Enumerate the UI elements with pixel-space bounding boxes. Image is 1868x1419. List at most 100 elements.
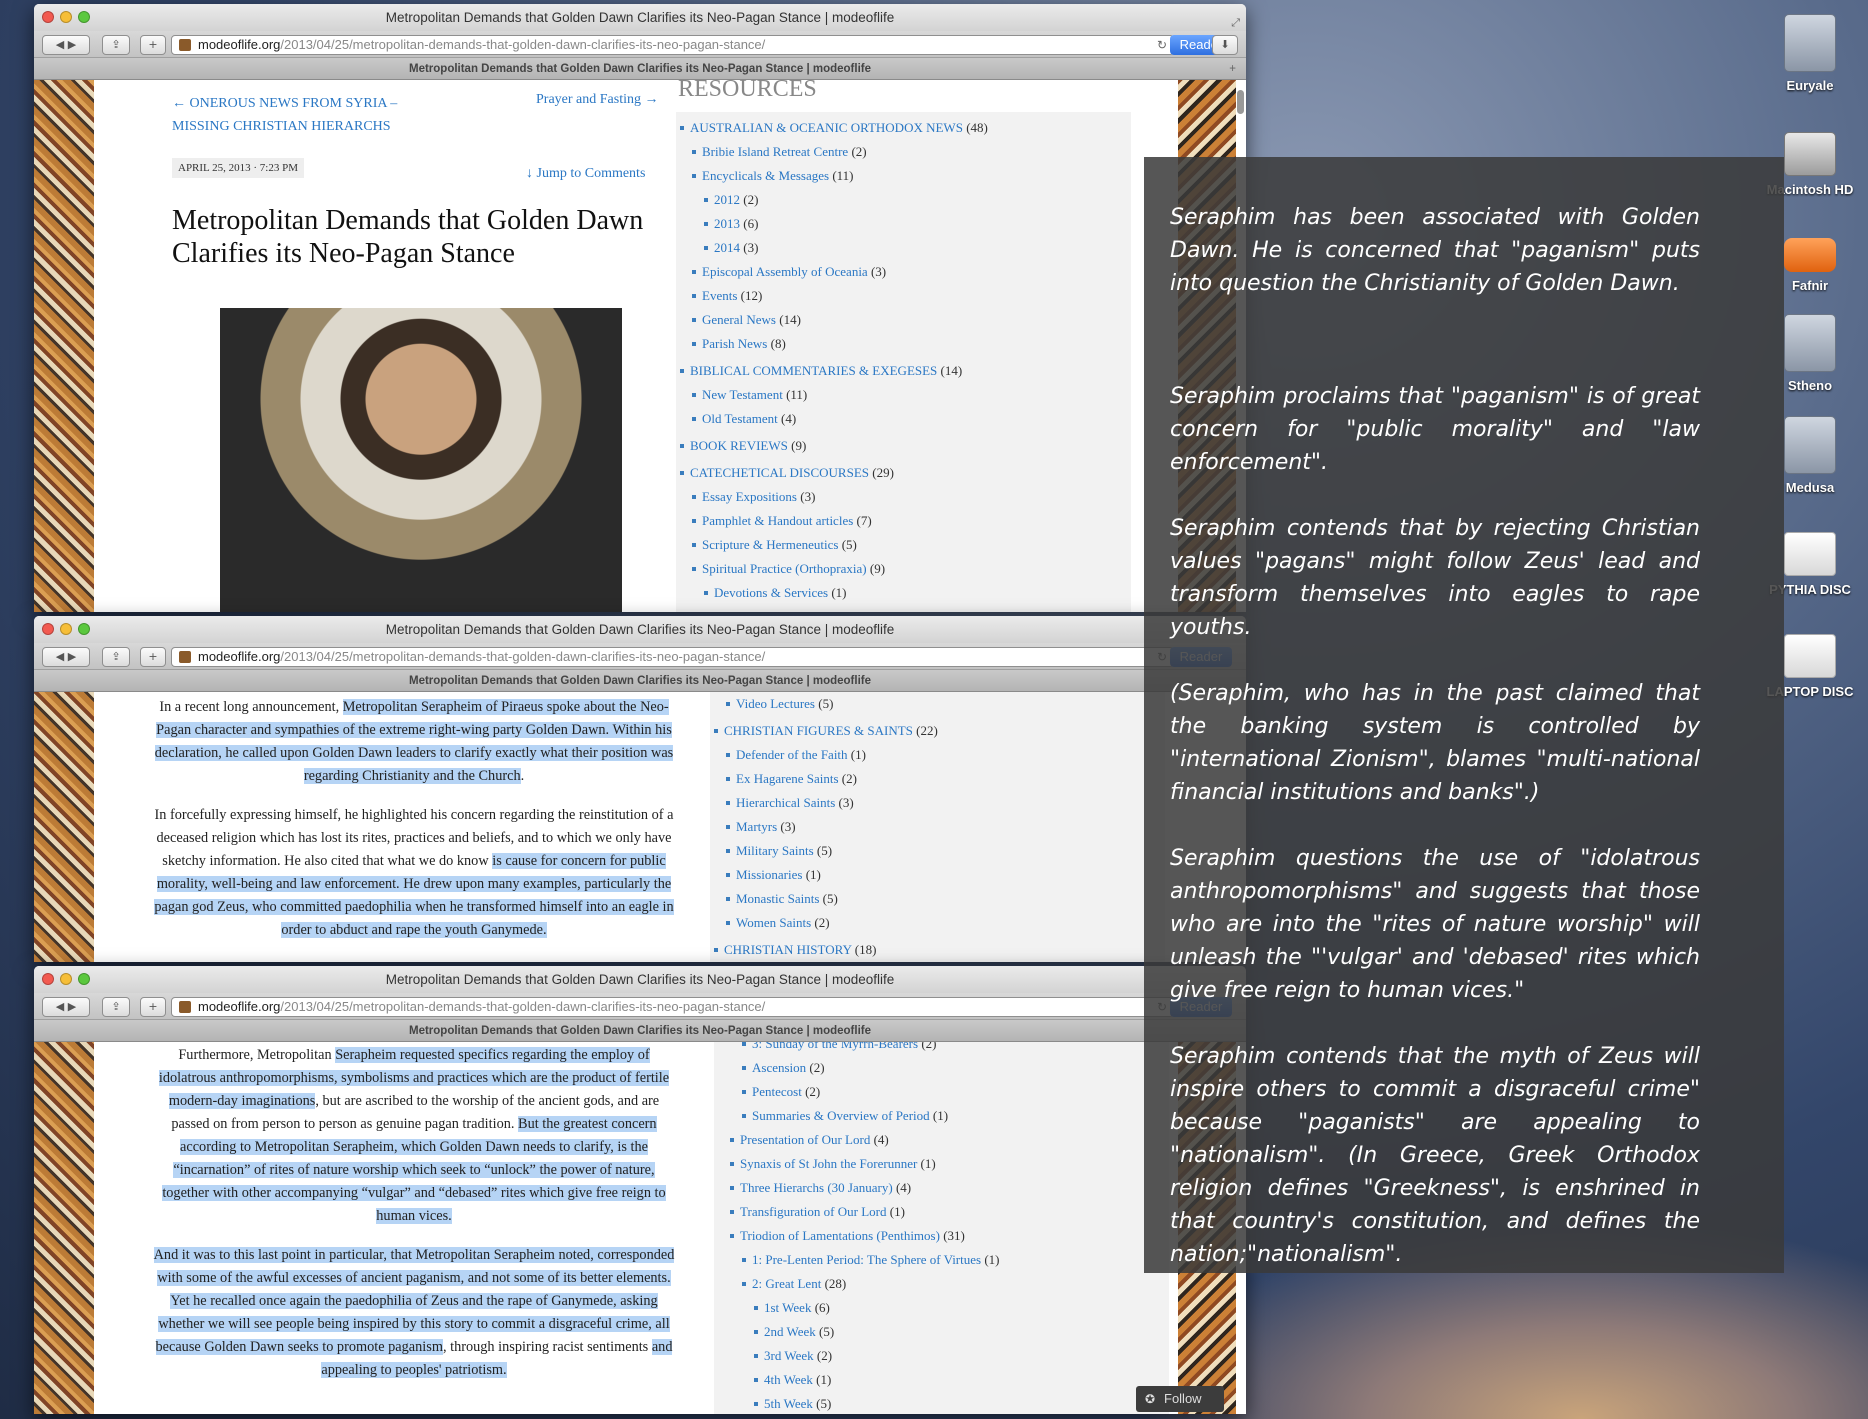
category-item[interactable]: CHRISTIAN FIGURES & SAINTS (22) [714,719,938,743]
category-item[interactable]: Synaxis of St John the Forerunner (1) [730,1152,1000,1176]
category-link[interactable]: 5th Week [764,1396,813,1411]
category-link[interactable]: Pentecost [752,1084,802,1099]
category-link[interactable]: AUSTRALIAN & OCEANIC ORTHODOX NEWS [690,120,963,135]
category-link[interactable]: Episcopal Assembly of Oceania [702,264,868,279]
share-icon[interactable]: ⇪ [102,647,130,667]
category-link[interactable]: Devotions & Services [714,585,828,600]
tab-bar[interactable]: Metropolitan Demands that Golden Dawn Cl… [34,58,1246,80]
zoom-button[interactable] [78,973,90,985]
category-item[interactable]: Bribie Island Retreat Centre (2) [692,140,988,164]
category-item[interactable]: Ascension (2) [742,1056,1000,1080]
category-item[interactable]: BOOK REVIEWS (9) [680,434,988,458]
category-link[interactable]: 2nd Week [764,1324,816,1339]
add-bookmark-icon[interactable]: + [140,647,166,667]
category-link[interactable]: 2: Great Lent [752,1276,821,1291]
category-link[interactable]: 3: Sunday of the Myrrh-Bearers [752,1042,918,1051]
category-link[interactable]: BIBLICAL COMMENTARIES & EXEGESES [690,363,937,378]
reload-icon[interactable]: ↻ [1157,36,1167,54]
category-link[interactable]: CHRISTIAN FIGURES & SAINTS [724,723,913,738]
category-link[interactable]: Spiritual Practice (Orthopraxia) [702,561,867,576]
share-icon[interactable]: ⇪ [102,997,130,1017]
category-item[interactable]: Three Hierarchs (30 January) (4) [730,1176,1000,1200]
category-link[interactable]: 4th Week [764,1372,813,1387]
category-item[interactable]: Ex Hagarene Saints (2) [726,767,938,791]
browser-window-3[interactable]: Metropolitan Demands that Golden Dawn Cl… [34,966,1246,1414]
address-bar[interactable]: modeoflife.org/2013/04/25/metropolitan-d… [171,35,1174,55]
category-item[interactable]: 2: Great Lent (28) [742,1272,1000,1296]
category-link[interactable]: Three Hierarchs (30 January) [740,1180,893,1195]
category-link[interactable]: Defender of the Faith [736,747,848,762]
category-link[interactable]: General News [702,312,776,327]
category-item[interactable]: 2nd Week (5) [754,1320,1000,1344]
zoom-button[interactable] [78,623,90,635]
category-link[interactable]: CHRISTIAN HISTORY [724,942,852,957]
category-item[interactable]: General News (14) [692,308,988,332]
category-item[interactable]: Episcopal Assembly of Oceania (3) [692,260,988,284]
address-bar[interactable]: modeoflife.org/2013/04/25/metropolitan-d… [171,997,1174,1017]
category-link[interactable]: Essay Expositions [702,489,797,504]
address-bar[interactable]: modeoflife.org/2013/04/25/metropolitan-d… [171,647,1174,667]
category-item[interactable]: 2012 (2) [704,188,988,212]
add-bookmark-icon[interactable]: + [140,35,166,55]
category-item[interactable]: Women Saints (2) [726,911,938,935]
category-link[interactable]: Video Lectures [736,696,815,711]
category-link[interactable]: Women Saints [736,915,811,930]
category-item[interactable]: Presentation of Our Lord (4) [730,1128,1000,1152]
back-forward-buttons[interactable]: ◀ ▶ [42,647,90,667]
category-link[interactable]: 2013 [714,216,740,231]
category-link[interactable]: Old Testament [702,411,778,426]
category-link[interactable]: Encyclicals & Messages [702,168,829,183]
next-post-link[interactable]: Prayer and Fasting → [536,92,658,108]
back-forward-buttons[interactable]: ◀ ▶ [42,35,90,55]
category-link[interactable]: New Testament [702,387,783,402]
category-item[interactable]: CHRISTIAN HISTORY (18) [714,938,938,962]
previous-post-link[interactable]: ← ONEROUS NEWS FROM SYRIA – MISSING CHRI… [172,92,422,138]
category-link[interactable]: Parish News [702,336,767,351]
minimize-button[interactable] [60,973,72,985]
close-button[interactable] [42,623,54,635]
category-item[interactable]: Video Lectures (5) [726,692,938,716]
window-titlebar[interactable]: Metropolitan Demands that Golden Dawn Cl… [34,616,1246,643]
category-link[interactable]: 2014 [714,240,740,255]
browser-window-1[interactable]: Metropolitan Demands that Golden Dawn Cl… [34,4,1246,612]
zoom-button[interactable] [78,11,90,23]
minimize-button[interactable] [60,623,72,635]
category-link[interactable]: Martyrs [736,819,777,834]
category-item[interactable]: 4th Week (1) [754,1368,1000,1392]
category-link[interactable]: Bribie Island Retreat Centre [702,144,848,159]
category-link[interactable]: Ex Hagarene Saints [736,771,839,786]
category-link[interactable]: Events [702,288,737,303]
category-item[interactable]: Monastic Saints (5) [726,887,938,911]
category-link[interactable]: 3rd Week [764,1348,814,1363]
category-item[interactable]: Summaries & Overview of Period (1) [742,1104,1000,1128]
add-bookmark-icon[interactable]: + [140,997,166,1017]
category-link[interactable]: Monastic Saints [736,891,819,906]
window-titlebar[interactable]: Metropolitan Demands that Golden Dawn Cl… [34,966,1246,993]
category-item[interactable]: 1st Week (6) [754,1296,1000,1320]
category-item[interactable]: AUSTRALIAN & OCEANIC ORTHODOX NEWS (48) [680,116,988,140]
category-item[interactable]: Martyrs (3) [726,815,938,839]
category-item[interactable]: 3rd Week (2) [754,1344,1000,1368]
category-link[interactable]: CATECHETICAL DISCOURSES [690,465,869,480]
category-item[interactable]: 1: Pre-Lenten Period: The Sphere of Virt… [742,1248,1000,1272]
category-link[interactable]: Synaxis of St John the Forerunner [740,1156,917,1171]
close-button[interactable] [42,973,54,985]
category-link[interactable]: 1: Pre-Lenten Period: The Sphere of Virt… [752,1252,981,1267]
category-link[interactable]: Scripture & Hermeneutics [702,537,838,552]
category-item[interactable]: Encyclicals & Messages (11) [692,164,988,188]
category-item[interactable]: Devotions & Services (1) [704,581,988,605]
minimize-button[interactable] [60,11,72,23]
category-item[interactable]: Spiritual Practice (Orthopraxia) (9) [692,557,988,581]
category-link[interactable]: Triodion of Lamentations (Penthimos) [740,1228,940,1243]
category-item[interactable]: Parish News (8) [692,332,988,356]
category-item[interactable]: Defender of the Faith (1) [726,743,938,767]
category-link[interactable]: Presentation of Our Lord [740,1132,870,1147]
category-item[interactable]: Missionaries (1) [726,863,938,887]
browser-window-2[interactable]: Metropolitan Demands that Golden Dawn Cl… [34,616,1246,962]
category-link[interactable]: Summaries & Overview of Period [752,1108,930,1123]
category-item[interactable]: Scripture & Hermeneutics (5) [692,533,988,557]
category-link[interactable]: Military Saints [736,843,814,858]
category-link[interactable]: Missionaries [736,867,802,882]
desktop-icon-euryale[interactable]: Euryale [1755,14,1865,93]
category-item[interactable]: Pamphlet & Handout articles (7) [692,509,988,533]
